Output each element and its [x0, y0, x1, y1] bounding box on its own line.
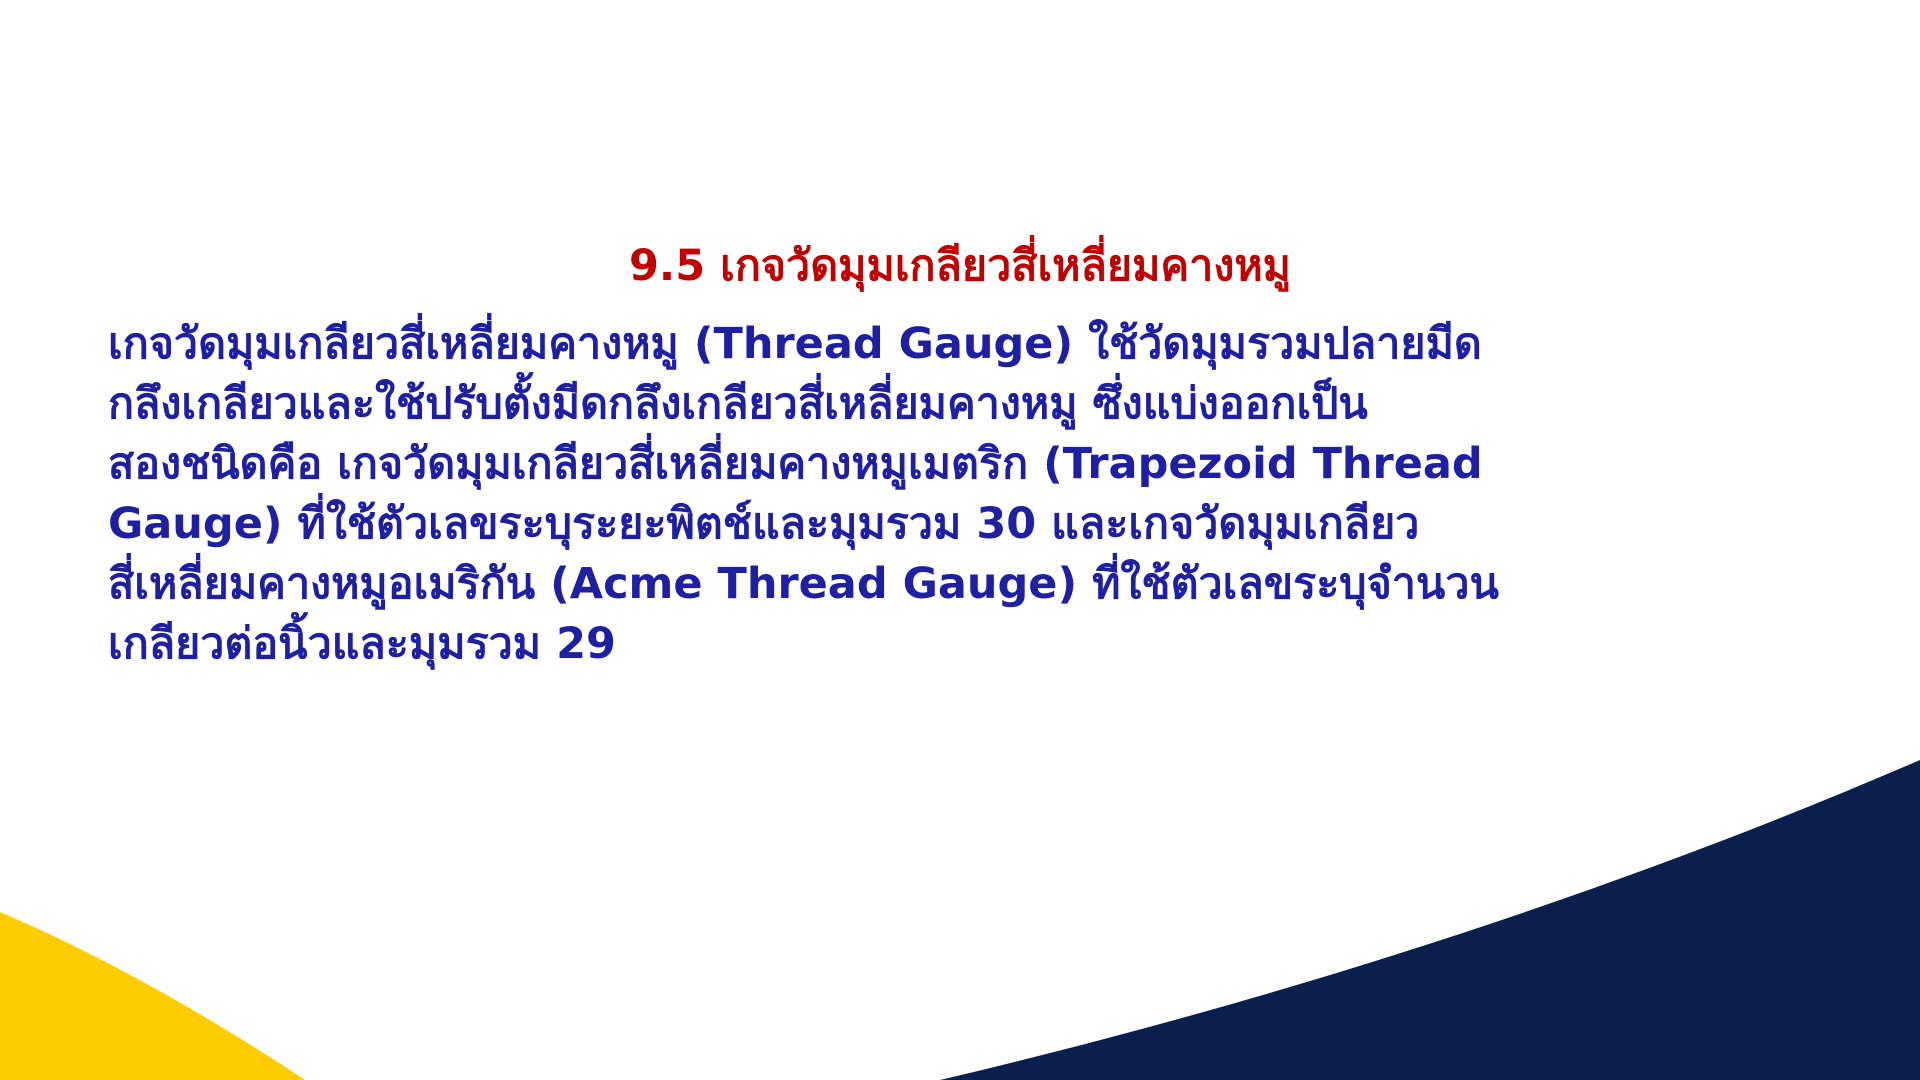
navy-swoosh-shape [940, 760, 1920, 1080]
slide-title: 9.5 เกจวัดมุมเกลียวสี่เหลี่ยมคางหมู [628, 241, 1292, 291]
paragraph-line: สองชนิดคือ เกจวัดมุมเกลียวสี่เหลี่ยมคางห… [108, 439, 1483, 489]
body-paragraph: เกจวัดมุมเกลียวสี่เหลี่ยมคางหมู (Thread … [108, 314, 1828, 674]
paragraph-line: เกลียวต่อนิ้วและมุมรวม 29 [108, 619, 616, 669]
paragraph-line: สี่เหลี่ยมคางหมูอเมริกัน (Acme Thread Ga… [108, 559, 1499, 609]
paragraph-line: กลึงเกลียวและใช้ปรับตั้งมีดกลึงเกลียวสี่… [108, 379, 1368, 429]
paragraph-line: เกจวัดมุมเกลียวสี่เหลี่ยมคางหมู (Thread … [108, 319, 1482, 369]
slide: 9.5 เกจวัดมุมเกลียวสี่เหลี่ยมคางหมู เกจว… [0, 0, 1920, 1080]
paragraph-line: Gauge) ที่ใช้ตัวเลขระบุระยะพิตช์และมุมรว… [108, 499, 1420, 549]
yellow-swoosh-shape [0, 912, 305, 1080]
